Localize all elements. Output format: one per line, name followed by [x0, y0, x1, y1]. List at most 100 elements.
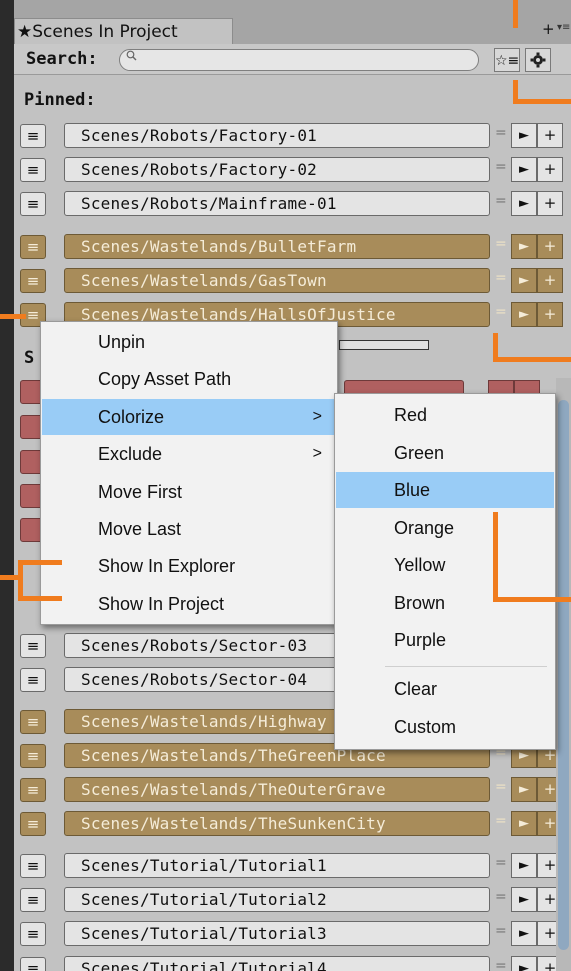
drag-handle[interactable]: = — [495, 813, 507, 829]
tab-title: Scenes In Project — [32, 22, 178, 42]
tab-scenes-in-project[interactable]: ★Scenes In Project — [14, 18, 233, 44]
context-menu-item[interactable]: Move Last — [42, 511, 336, 547]
drag-handle[interactable]: = — [495, 125, 507, 141]
drag-handle[interactable]: = — [495, 304, 507, 320]
drag-handle[interactable]: = — [495, 270, 507, 286]
play-button[interactable]: ► — [511, 777, 537, 802]
row-menu-button[interactable]: ≡ — [20, 888, 46, 912]
search-input[interactable] — [119, 49, 479, 71]
row-menu-button[interactable]: ≡ — [20, 269, 46, 293]
color-option[interactable]: Blue — [336, 472, 554, 508]
menu-item-label: Move First — [98, 481, 183, 502]
play-button[interactable]: ► — [511, 234, 537, 259]
scene-row: ≡ Scenes/Robots/Mainframe-01 = ► + — [14, 190, 571, 220]
drag-handle[interactable]: = — [495, 159, 507, 175]
row-menu-button[interactable]: ≡ — [20, 634, 46, 658]
context-menu-item[interactable]: Move First — [42, 474, 336, 510]
context-menu-item[interactable]: Unpin — [42, 324, 336, 360]
menu-item-label: Move Last — [98, 519, 182, 539]
play-button[interactable]: ► — [511, 956, 537, 971]
scene-path-button[interactable]: Scenes/Wastelands/GasTown — [64, 268, 490, 293]
row-menu-button[interactable]: ≡ — [20, 235, 46, 259]
menu-item-label: Show In Explorer — [98, 556, 236, 577]
scene-path-button[interactable]: Scenes/Tutorial/Tutorial4 — [64, 956, 490, 971]
drag-handle[interactable]: = — [495, 779, 507, 795]
scene-path-button[interactable]: Scenes/Robots/Factory-02 — [64, 157, 490, 182]
callout-line — [20, 560, 62, 565]
add-scene-button[interactable]: + — [537, 123, 563, 148]
play-button[interactable]: ► — [511, 887, 537, 912]
row-menu-button[interactable]: ≡ — [20, 710, 46, 734]
color-option[interactable]: Brown — [336, 585, 554, 621]
context-menu-item[interactable]: Copy Asset Path — [42, 361, 336, 397]
color-option[interactable]: Custom — [336, 709, 554, 745]
context-menu-item[interactable]: Show In Explorer — [42, 548, 336, 584]
row-menu-button[interactable]: ≡ — [20, 668, 46, 692]
scene-path-button[interactable]: Scenes/Wastelands/TheSunkenCity — [64, 811, 490, 836]
row-menu-button[interactable]: ≡ — [20, 124, 46, 148]
add-tab-icon[interactable]: + — [542, 20, 555, 38]
callout-line — [493, 597, 571, 602]
scene-path-button[interactable]: Scenes/Tutorial/Tutorial3 — [64, 921, 490, 946]
context-menu-item[interactable]: Show In Project — [42, 586, 336, 622]
window-menu-icon[interactable]: ▾≡ — [557, 22, 570, 33]
add-scene-button[interactable]: + — [537, 302, 563, 327]
color-option[interactable]: Green — [336, 435, 554, 471]
scrollbar-thumb[interactable] — [558, 400, 569, 950]
row-menu-button[interactable]: ≡ — [20, 957, 46, 971]
add-scene-button[interactable]: + — [537, 268, 563, 293]
favorites-filter-button[interactable]: ☆≡ — [494, 48, 520, 72]
drag-handle[interactable]: = — [495, 855, 507, 871]
gear-icon — [530, 52, 546, 68]
play-button[interactable]: ► — [511, 123, 537, 148]
color-option[interactable]: Clear — [336, 671, 554, 707]
play-button[interactable]: ► — [511, 853, 537, 878]
color-option-label: Green — [394, 442, 445, 463]
scenes-section-label: S — [24, 348, 35, 368]
pinned-section-label: Pinned: — [24, 90, 96, 110]
color-option[interactable]: Orange — [336, 510, 554, 546]
colorize-submenu: Red Green Blue Orange Yellow Brown Purple Clear… — [334, 393, 556, 750]
search-icon — [126, 50, 137, 64]
scene-path-button[interactable]: Scenes/Tutorial/Tutorial1 — [64, 853, 490, 878]
drag-handle[interactable]: = — [495, 889, 507, 905]
drag-handle[interactable]: = — [495, 193, 507, 209]
row-menu-button[interactable]: ≡ — [20, 744, 46, 768]
row-menu-button[interactable]: ≡ — [20, 158, 46, 182]
play-button[interactable]: ► — [511, 302, 537, 327]
row-menu-button[interactable]: ≡ — [20, 922, 46, 946]
row-menu-button[interactable]: ≡ — [20, 812, 46, 836]
play-button[interactable]: ► — [511, 268, 537, 293]
play-button[interactable]: ► — [511, 921, 537, 946]
color-option[interactable]: Red — [336, 397, 554, 433]
color-option[interactable]: Purple — [336, 622, 554, 658]
row-menu-button[interactable]: ≡ — [20, 778, 46, 802]
play-button[interactable]: ► — [511, 191, 537, 216]
play-button[interactable]: ► — [511, 157, 537, 182]
settings-gear-button[interactable] — [525, 48, 551, 72]
drag-handle[interactable]: = — [495, 236, 507, 252]
menu-item-label: Colorize — [98, 406, 165, 427]
drag-handle[interactable]: = — [495, 958, 507, 971]
submenu-arrow-icon: > — [312, 445, 322, 463]
drag-handle[interactable]: = — [495, 923, 507, 939]
color-option-label: Yellow — [394, 555, 446, 575]
scene-path-button[interactable]: Scenes/Robots/Factory-01 — [64, 123, 490, 148]
scene-row: ≡ Scenes/Robots/Factory-02 = ► + — [14, 156, 571, 186]
context-menu-item[interactable]: Exclude > — [42, 436, 336, 472]
add-scene-button[interactable]: + — [537, 191, 563, 216]
color-option-label: Custom — [394, 716, 457, 737]
add-scene-button[interactable]: + — [537, 157, 563, 182]
row-menu-button[interactable]: ≡ — [20, 192, 46, 216]
splitter-handle[interactable] — [339, 340, 429, 350]
scene-path-button[interactable]: Scenes/Tutorial/Tutorial2 — [64, 887, 490, 912]
scene-path-button[interactable]: Scenes/Wastelands/BulletFarm — [64, 234, 490, 259]
scene-path-button[interactable]: Scenes/Robots/Mainframe-01 — [64, 191, 490, 216]
add-scene-button[interactable]: + — [537, 234, 563, 259]
row-menu-button[interactable]: ≡ — [20, 854, 46, 878]
scene-path-button[interactable]: Scenes/Wastelands/TheOuterGrave — [64, 777, 490, 802]
play-button[interactable]: ► — [511, 811, 537, 836]
color-option[interactable]: Yellow — [336, 547, 554, 583]
scene-row: ≡ Scenes/Wastelands/TheSunkenCity = ► + — [14, 810, 571, 840]
context-menu-item[interactable]: Colorize > — [42, 398, 336, 435]
